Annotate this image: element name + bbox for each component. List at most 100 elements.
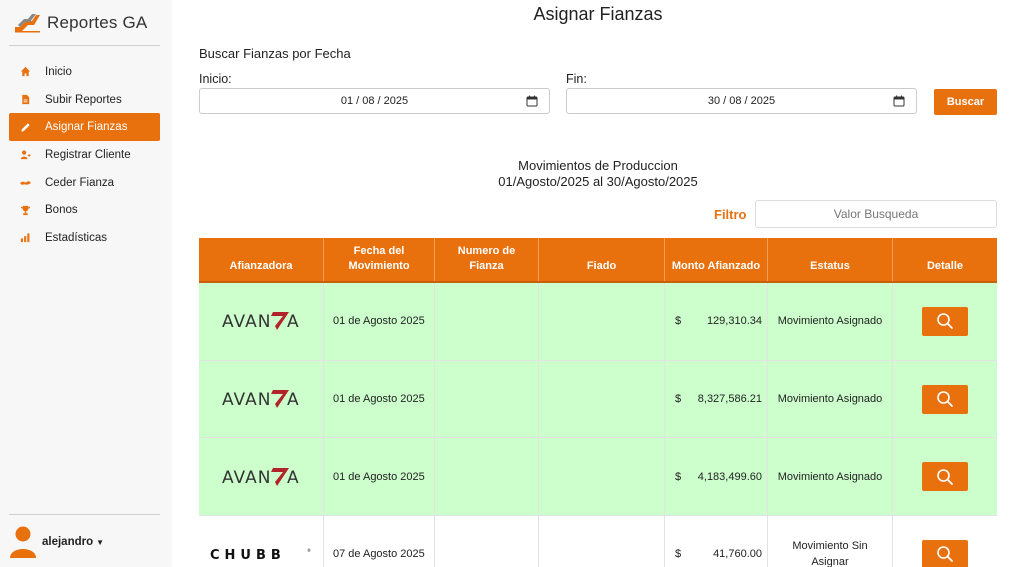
start-date-value: 01 / 08 / 2025: [340, 95, 409, 107]
start-date-input[interactable]: 01 / 08 / 2025: [199, 88, 550, 114]
monto-value: 129,310.34: [706, 315, 762, 328]
svg-text:®: ®: [307, 548, 311, 553]
table-row: CHUBB ® 07 de Agosto 2025 $ 41,760.00 Mo…: [199, 516, 997, 567]
header-monto[interactable]: Monto Afianzado: [665, 238, 768, 281]
filter-placeholder: Valor Busqueda: [833, 207, 919, 221]
bar-chart-icon: [20, 232, 31, 243]
user-menu[interactable]: alejandro ▼: [10, 526, 104, 558]
header-afianzadora[interactable]: Afianzadora: [199, 238, 324, 281]
avanza-logo: AVAN A: [222, 467, 299, 488]
brand[interactable]: Reportes GA: [14, 11, 147, 35]
search-icon: [937, 546, 953, 563]
trophy-icon: [20, 205, 31, 216]
sidebar-item-label: Estadísticas: [45, 231, 107, 244]
fiado-cell: [539, 283, 665, 360]
monto-value: 8,327,586.21: [697, 393, 762, 406]
svg-text:AVAN: AVAN: [222, 390, 271, 410]
detail-button[interactable]: [922, 462, 968, 492]
estatus-line1: Movimiento Asignado: [777, 470, 883, 483]
monto-value: 4,183,499.60: [697, 470, 762, 483]
afianzadora-cell: AVAN A: [199, 283, 324, 360]
estatus-line2: Asignar: [811, 556, 849, 567]
search-icon: [937, 313, 953, 330]
header-estatus[interactable]: Estatus: [768, 238, 893, 281]
afianzadora-cell: CHUBB ®: [199, 516, 324, 567]
svg-text:AVAN: AVAN: [222, 468, 271, 488]
detail-button[interactable]: [922, 306, 968, 336]
sidebar-item-subir-reportes[interactable]: Subir Reportes: [9, 86, 160, 114]
monto-cell: $ 129,310.34: [665, 283, 768, 360]
chubb-logo: CHUBB ®: [210, 548, 311, 561]
filter-input[interactable]: Valor Busqueda: [755, 200, 997, 228]
detail-button[interactable]: [922, 384, 968, 414]
numero-cell: [435, 283, 539, 360]
end-date-value: 30 / 08 / 2025: [707, 95, 776, 107]
user-add-icon: [20, 149, 31, 160]
start-date-label: Inicio:: [199, 72, 232, 86]
page-title: Asignar Fianzas: [533, 4, 663, 24]
afianzadora-cell: AVAN A: [199, 360, 324, 438]
brand-name: Reportes GA: [47, 13, 148, 32]
numero-cell: [435, 360, 539, 438]
currency-symbol: $: [675, 470, 682, 483]
calendar-icon[interactable]: [893, 95, 905, 107]
header-detalle[interactable]: Detalle: [893, 238, 997, 281]
svg-text:A: A: [287, 468, 299, 488]
svg-text:CHUBB: CHUBB: [210, 548, 286, 561]
table-row: AVAN A 01 de Agosto 2025 $ 8,327,586.21 …: [199, 360, 997, 439]
svg-text:A: A: [287, 312, 299, 332]
currency-symbol: $: [675, 315, 682, 328]
home-icon: [20, 66, 31, 77]
header-numero[interactable]: Numero de Fianza: [435, 238, 539, 281]
header-fecha-line1: Fecha del: [353, 245, 405, 257]
sidebar-item-label: Registrar Cliente: [45, 148, 131, 161]
caret-down-icon: ▼: [96, 537, 105, 547]
fiado-cell: [539, 360, 665, 438]
header-numero-line2: Fianza: [469, 260, 504, 272]
numero-cell: [435, 516, 539, 567]
sidebar-item-estadisticas[interactable]: Estadísticas: [9, 224, 160, 252]
estatus-line1: Movimiento Sin: [792, 540, 868, 553]
sidebar-item-asignar-fianzas[interactable]: Asignar Fianzas: [9, 113, 160, 142]
pencil-icon: [20, 122, 31, 133]
avanza-logo: AVAN A: [222, 390, 299, 410]
search-icon: [937, 391, 953, 407]
monto-cell: $ 4,183,499.60: [665, 438, 768, 516]
currency-symbol: $: [675, 393, 682, 406]
search-button[interactable]: Buscar: [934, 89, 997, 115]
file-icon: [20, 94, 31, 105]
fiado-cell: [539, 438, 665, 516]
sidebar-item-bonos[interactable]: Bonos: [9, 196, 160, 224]
fecha-cell: 01 de Agosto 2025: [324, 283, 435, 360]
monto-value: 41,760.00: [713, 548, 762, 561]
afianzadora-cell: AVAN A: [199, 438, 324, 516]
svg-text:A: A: [287, 390, 299, 410]
header-fecha-line2: Movimiento: [348, 260, 410, 272]
handshake-icon: [20, 177, 31, 188]
monto-cell: $ 8,327,586.21: [665, 360, 768, 438]
movements-date-range: 01/Agosto/2025 al 30/Agosto/2025: [498, 174, 698, 189]
detail-button[interactable]: [922, 539, 968, 567]
sidebar-item-inicio[interactable]: Inicio: [9, 58, 160, 86]
header-fecha[interactable]: Fecha del Movimiento: [324, 238, 435, 281]
sidebar-nav: Inicio Subir Reportes Asignar Fianzas Re…: [9, 58, 160, 252]
calendar-icon[interactable]: [526, 95, 538, 107]
sidebar-divider: [9, 514, 160, 515]
search-section-title: Buscar Fianzas por Fecha: [199, 46, 351, 61]
table-row: AVAN A 01 de Agosto 2025 $ 4,183,499.60 …: [199, 438, 997, 517]
end-date-input[interactable]: 30 / 08 / 2025: [566, 88, 917, 114]
fiado-cell: [539, 516, 665, 567]
table-row: AVAN A 01 de Agosto 2025 $ 129,310.34 Mo…: [199, 283, 997, 361]
sidebar-item-label: Ceder Fianza: [45, 176, 115, 189]
fecha-cell: 01 de Agosto 2025: [324, 438, 435, 516]
estatus-line1: Movimiento Asignado: [777, 315, 883, 328]
sidebar-item-registrar-cliente[interactable]: Registrar Cliente: [9, 141, 160, 169]
sidebar-item-label: Subir Reportes: [45, 93, 122, 106]
avanza-logo: AVAN A: [222, 312, 299, 332]
sidebar-item-label: Inicio: [45, 65, 72, 78]
sidebar-item-ceder-fianza[interactable]: Ceder Fianza: [9, 169, 160, 197]
header-fiado[interactable]: Fiado: [539, 238, 665, 281]
detalle-cell: [893, 438, 997, 515]
movements-table: Afianzadora Fecha del Movimiento Numero d…: [199, 238, 997, 567]
end-date-label: Fin:: [566, 72, 587, 86]
